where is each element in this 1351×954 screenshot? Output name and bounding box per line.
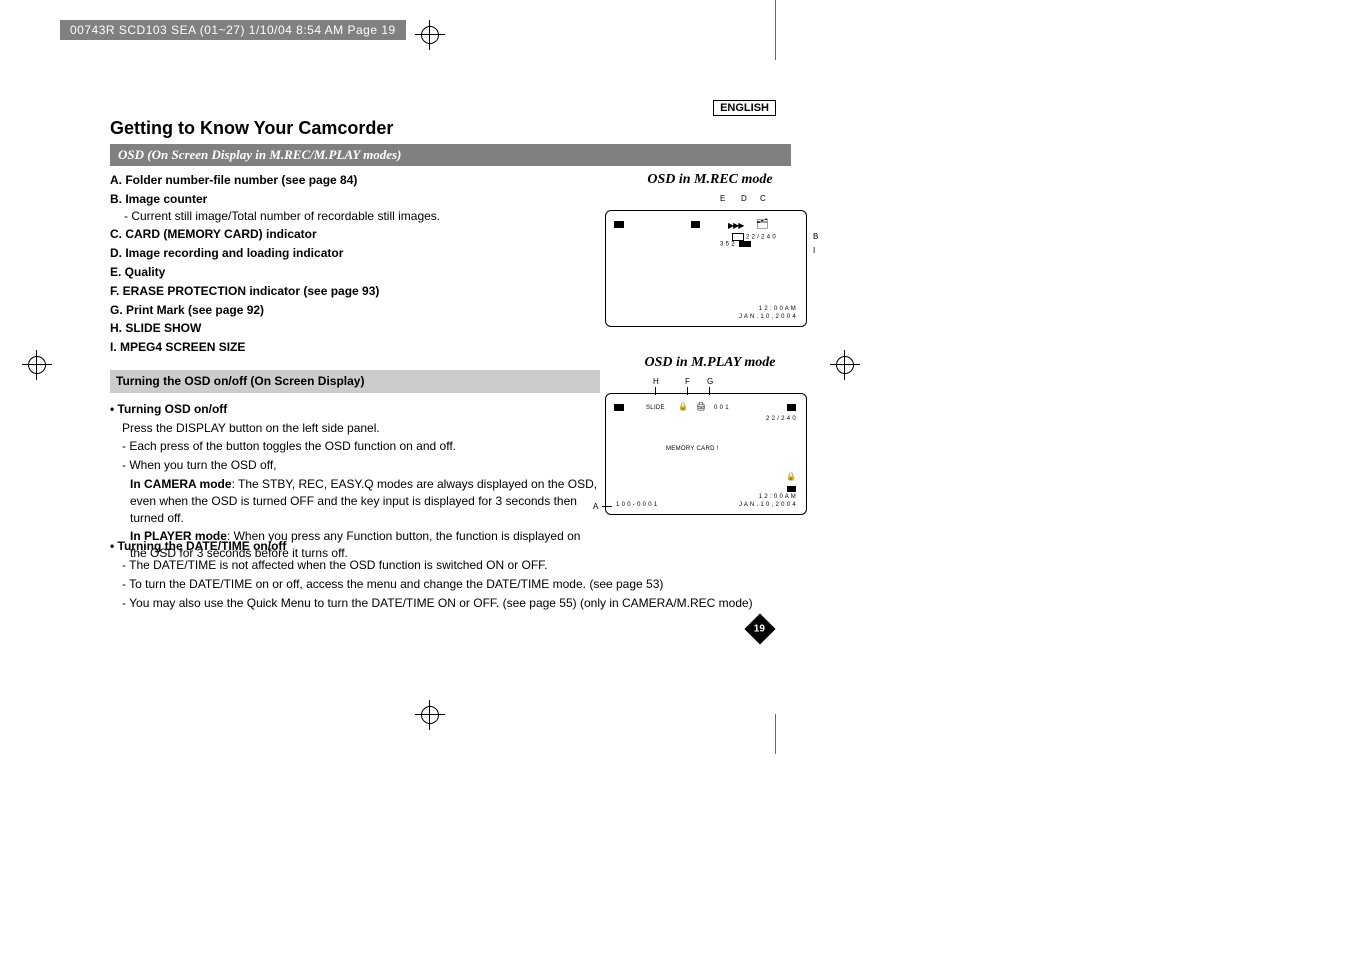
item-i: I. MPEG4 SCREEN SIZE [110, 339, 600, 356]
osd-para2: - Each press of the button toggles the O… [122, 438, 600, 455]
osd-mplay-screen: SLIDE 🔒 🖨 0 0 1 2 2 / 2 4 0 MEMORY CARD … [605, 393, 807, 515]
osd-para3: - When you turn the OSD off, [122, 457, 600, 474]
camera-icon [691, 221, 700, 228]
label-e: E [720, 194, 725, 203]
label-f: F [685, 377, 690, 386]
date-time-section: • Turning the DATE/TIME on/off - The DAT… [110, 530, 810, 612]
osd1-counter: 2 2 / 2 4 0 [732, 233, 776, 241]
osd1-time: 1 2 : 0 0 A M [759, 306, 796, 312]
item-d: D. Image recording and loading indicator [110, 245, 600, 262]
battery-icon [614, 404, 624, 411]
osd-camera-mode: In CAMERA mode: The STBY, REC, EASY.Q mo… [130, 476, 600, 526]
osd2-folder: 1 0 0 - 0 0 0 1 [616, 502, 658, 508]
crop-mark-icon [775, 714, 776, 754]
item-a: A. Folder number-file number (see page 8… [110, 172, 600, 189]
printmark-icon: 🖨 [696, 402, 706, 411]
osd2-counter: 2 2 / 2 4 0 [766, 416, 796, 422]
osd-mplay-label: OSD in M.PLAY mode [605, 355, 815, 371]
protect-icon: 🔒 [786, 472, 796, 481]
datetime-l3: - You may also use the Quick Menu to tur… [122, 595, 810, 612]
osd-mrec-container: OSD in M.REC mode E D C ▶▶▶ 🗂 2 2 / 2 4 … [605, 172, 815, 327]
item-g: G. Print Mark (see page 92) [110, 302, 600, 319]
osd2-slide: SLIDE [646, 405, 665, 411]
doc-header-strip: 00743R SCD103 SEA (01~27) 1/10/04 8:54 A… [60, 20, 406, 40]
osd1-size: 3 5 2 [720, 241, 751, 248]
section-subtitle: OSD (On Screen Display in M.REC/M.PLAY m… [110, 144, 791, 166]
item-f: F. ERASE PROTECTION indicator (see page … [110, 283, 600, 300]
crop-mark-icon [775, 0, 776, 60]
osd-feature-list: A. Folder number-file number (see page 8… [110, 170, 600, 562]
camera-mode-label: In CAMERA mode [130, 477, 232, 491]
label-i: I [813, 246, 815, 255]
osd2-time: 1 2 : 0 0 A M [759, 494, 796, 500]
label-a: A [593, 502, 598, 511]
language-label: ENGLISH [713, 100, 776, 116]
osd-para1: Press the DISPLAY button on the left sid… [122, 420, 600, 437]
page-number: 19 [754, 624, 765, 635]
osd-mplay-container: OSD in M.PLAY mode H F G SLIDE 🔒 🖨 0 0 1… [605, 355, 815, 515]
label-d: D [741, 194, 747, 203]
osd1-date: J A N . 1 0 , 2 0 0 4 [739, 314, 796, 320]
osd2-date: J A N . 1 0 , 2 0 0 4 [739, 502, 796, 508]
osd1-letter-row: E D C [605, 188, 815, 204]
osd-mrec-label: OSD in M.REC mode [605, 172, 815, 188]
arrows-icon: ▶▶▶ [728, 221, 743, 230]
mode-icon [787, 486, 796, 492]
label-b: B [813, 232, 818, 241]
page-number-badge: 19 [744, 613, 775, 644]
osd-mrec-screen: ▶▶▶ 🗂 2 2 / 2 4 0 3 5 2 1 2 : 0 0 A M J … [605, 210, 807, 327]
osd2-num: 0 0 1 [714, 405, 729, 411]
label-g: G [707, 377, 713, 386]
page-title: Getting to Know Your Camcorder [110, 118, 393, 139]
turning-datetime-head: • Turning the DATE/TIME on/off [110, 538, 810, 555]
turning-osd-heading: Turning the OSD on/off (On Screen Displa… [110, 370, 600, 393]
item-e: E. Quality [110, 264, 600, 281]
osd2-memcard: MEMORY CARD ! [666, 446, 719, 452]
turning-osd-onoff-head: • Turning OSD on/off [110, 401, 600, 418]
label-c: C [760, 194, 766, 203]
card-icon: 🗂 [756, 219, 769, 230]
item-h: H. SLIDE SHOW [110, 320, 600, 337]
osd2-letter-row: H F G [605, 371, 815, 387]
item-b-sub: - Current still image/Total number of re… [124, 208, 600, 225]
battery-icon [614, 221, 624, 228]
datetime-l2: - To turn the DATE/TIME on or off, acces… [122, 576, 810, 593]
datetime-l1: - The DATE/TIME is not affected when the… [122, 557, 810, 574]
item-c: C. CARD (MEMORY CARD) indicator [110, 226, 600, 243]
lock-icon: 🔒 [678, 402, 688, 411]
label-h: H [653, 377, 659, 386]
card-icon [787, 404, 796, 411]
item-b: B. Image counter [110, 191, 600, 208]
